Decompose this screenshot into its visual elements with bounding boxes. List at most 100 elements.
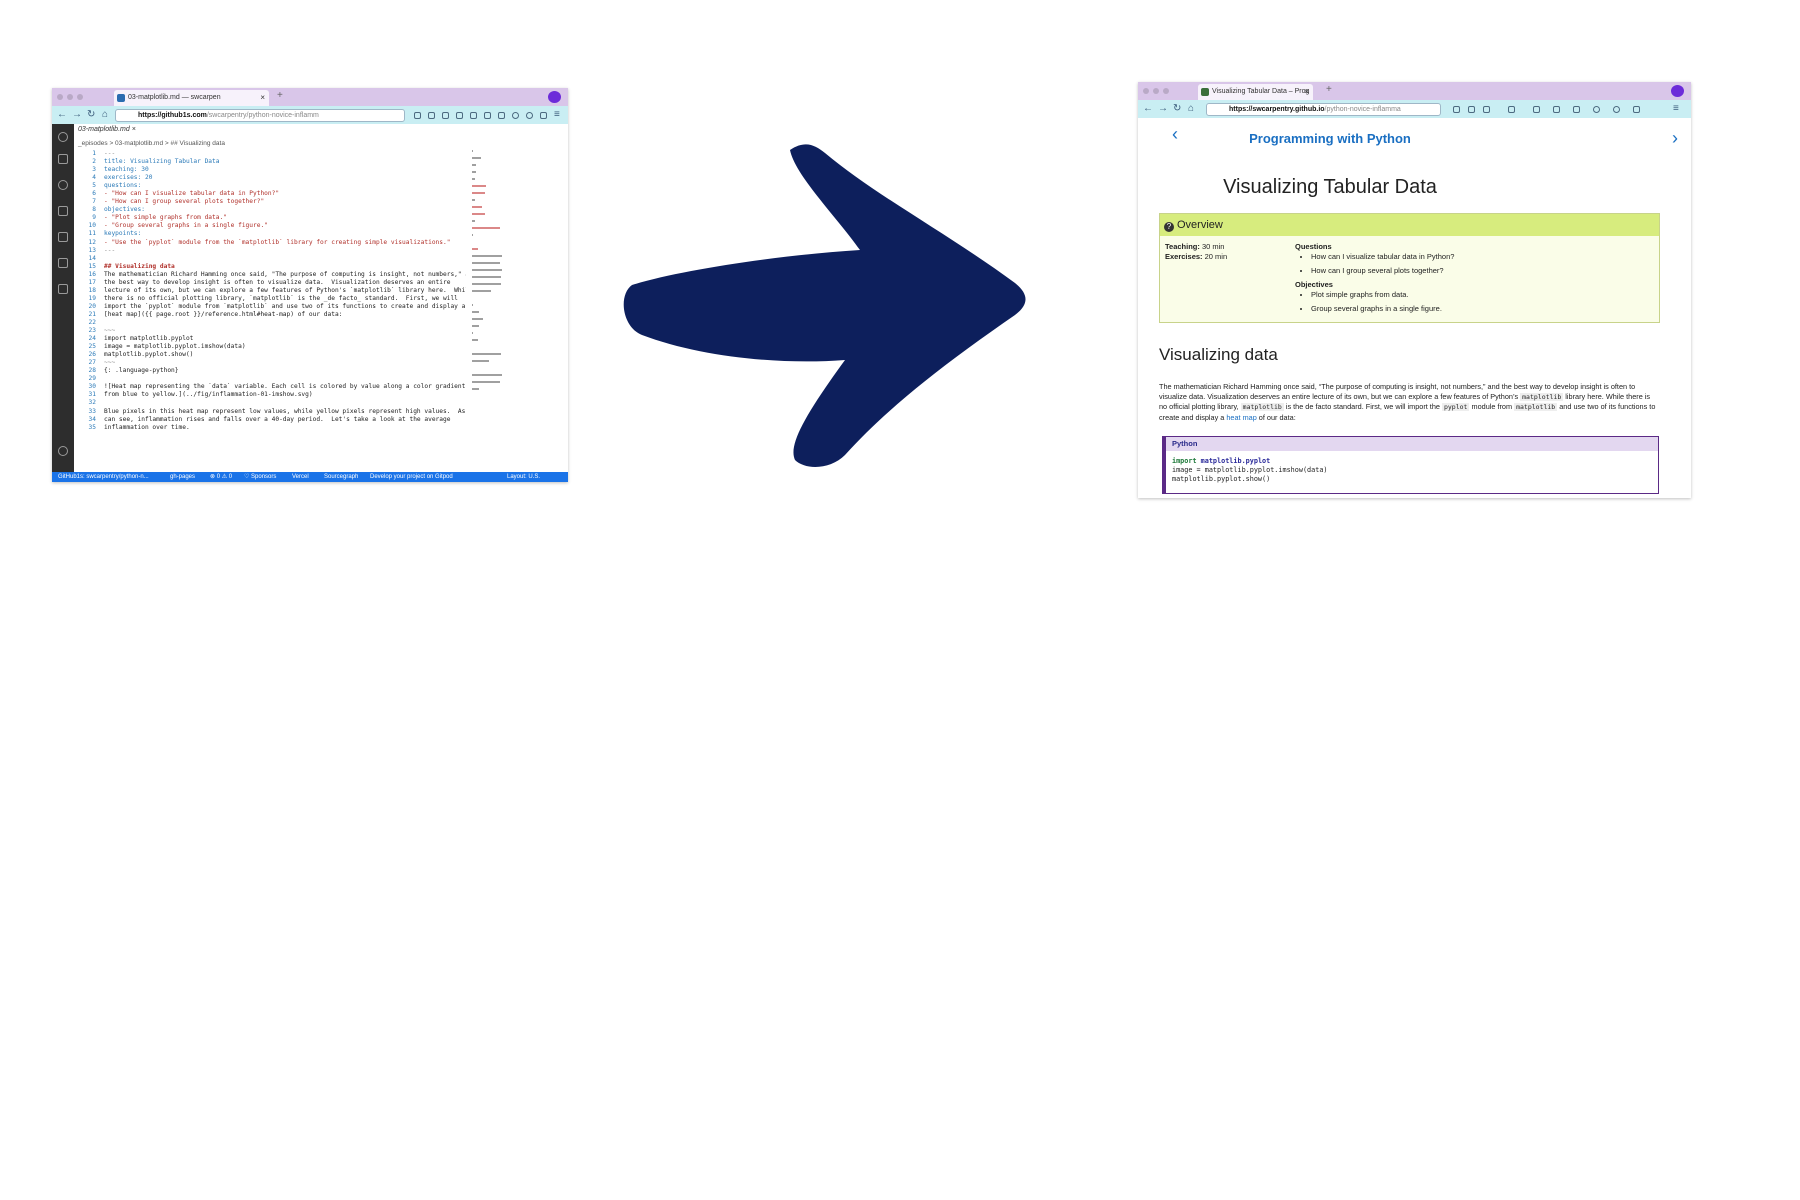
code-line[interactable]: 29 xyxy=(74,375,466,383)
settings-gear-icon[interactable] xyxy=(58,446,68,456)
code-line[interactable]: 10 - "Group several graphs in a single fi… xyxy=(74,222,466,230)
forward-icon[interactable]: → xyxy=(72,109,82,121)
extension-icon[interactable] xyxy=(456,112,463,119)
code-line[interactable]: 21 [heat map]({{ page.root }}/reference.h… xyxy=(74,311,466,319)
files-icon[interactable] xyxy=(58,154,68,164)
back-icon[interactable]: ← xyxy=(1143,103,1153,115)
library-icon[interactable] xyxy=(1483,106,1490,113)
code-line[interactable]: 2 title: Visualizing Tabular Data xyxy=(74,158,466,166)
status-item[interactable]: Develop your project on Gitpod xyxy=(370,472,453,482)
screenshot-icon[interactable] xyxy=(1553,106,1560,113)
shield-icon[interactable] xyxy=(428,112,435,119)
code-line[interactable]: 24 import matplotlib.pyplot xyxy=(74,335,466,343)
status-item[interactable]: Sourcegraph xyxy=(324,472,358,482)
code-line[interactable]: 4 exercises: 20 xyxy=(74,174,466,182)
code-line[interactable]: 16 The mathematician Richard Hamming once… xyxy=(74,271,466,279)
code-line[interactable]: 25 image = matplotlib.pyplot.imshow(data) xyxy=(74,343,466,351)
code-line[interactable]: 22 xyxy=(74,319,466,327)
status-item[interactable]: Vercel xyxy=(292,472,309,482)
code-line[interactable]: 9 - "Plot simple graphs from data." xyxy=(74,214,466,222)
shield-icon[interactable] xyxy=(1468,106,1475,113)
source-control-icon[interactable] xyxy=(58,206,68,216)
code-line[interactable]: 6 - "How can I visualize tabular data in … xyxy=(74,190,466,198)
code-line[interactable]: 14 xyxy=(74,255,466,263)
code-line[interactable]: 13 --- xyxy=(74,247,466,255)
code-block[interactable]: import matplotlib.pyplot image = matplot… xyxy=(1166,451,1658,490)
menu-icon[interactable]: ≡ xyxy=(554,109,560,121)
code-editor[interactable]: 1 --- 2 title: Visualizing Tabular Data 3 tea… xyxy=(74,150,466,432)
zoom-dot[interactable] xyxy=(1163,88,1169,94)
code-line[interactable]: 27 ~~~ xyxy=(74,359,466,367)
grammar-icon[interactable] xyxy=(512,112,519,119)
sync-icon[interactable] xyxy=(1613,106,1620,113)
extensions-icon[interactable] xyxy=(58,258,68,268)
code-line[interactable]: 3 teaching: 30 xyxy=(74,166,466,174)
new-tab-icon[interactable]: + xyxy=(277,90,283,101)
grammar-icon[interactable] xyxy=(1593,106,1600,113)
close-tab-icon[interactable]: × xyxy=(260,90,265,106)
sidebar-icon[interactable] xyxy=(1533,106,1540,113)
minimap[interactable] xyxy=(472,150,502,405)
code-line[interactable]: 15 ## Visualizing data xyxy=(74,263,466,271)
menu-icon[interactable]: ≡ xyxy=(1673,103,1679,115)
code-line[interactable]: 12 - "Use the `pyplot` module from the `m… xyxy=(74,239,466,247)
code-line[interactable]: 19 there is no official plotting library,… xyxy=(74,295,466,303)
back-icon[interactable]: ← xyxy=(57,109,67,121)
browser-tab[interactable]: Visualizing Tabular Data – Prog × xyxy=(1198,84,1313,100)
reload-icon[interactable]: ↻ xyxy=(1173,103,1181,115)
code-line[interactable]: 1 --- xyxy=(74,150,466,158)
remote-icon[interactable] xyxy=(58,284,68,294)
code-line[interactable]: 18 lecture of its own, but we can explore… xyxy=(74,287,466,295)
forward-icon[interactable]: → xyxy=(1158,103,1168,115)
site-title-link[interactable]: Programming with Python xyxy=(1100,131,1560,146)
pocket-icon[interactable] xyxy=(540,112,547,119)
code-line[interactable]: 8 objectives: xyxy=(74,206,466,214)
status-item[interactable]: gh-pages xyxy=(170,472,195,482)
browser-tab[interactable]: 03-matplotlib.md — swcarpen × xyxy=(114,90,269,106)
code-line[interactable]: 31 from blue to yellow.](../fig/inflammat… xyxy=(74,391,466,399)
account-icon[interactable] xyxy=(1453,106,1460,113)
heat-map-link[interactable]: heat map xyxy=(1226,413,1256,422)
code-line[interactable]: 34 can see, inflammation rises and falls … xyxy=(74,416,466,424)
sidebar-icon[interactable] xyxy=(470,112,477,119)
code-line[interactable]: 32 xyxy=(74,399,466,407)
home-icon[interactable]: ⌂ xyxy=(1188,103,1194,115)
code-line[interactable]: 23 ~~~ xyxy=(74,327,466,335)
url-bar[interactable]: https://github1s.com/swcarpentry/python-… xyxy=(115,109,405,122)
status-item[interactable]: Layout: U.S. xyxy=(507,472,540,482)
home-icon[interactable]: ⌂ xyxy=(102,109,108,121)
sync-icon[interactable] xyxy=(526,112,533,119)
extension-icon[interactable] xyxy=(1508,106,1515,113)
status-item[interactable]: ⊗ 0 ⚠ 0 xyxy=(210,472,232,482)
code-line[interactable]: 26 matplotlib.pyplot.show() xyxy=(74,351,466,359)
code-line[interactable]: 5 questions: xyxy=(74,182,466,190)
search-icon[interactable] xyxy=(58,180,68,190)
code-line[interactable]: 7 - "How can I group several plots togeth… xyxy=(74,198,466,206)
breadcrumb[interactable]: _episodes > 03-matplotlib.md > ## Visual… xyxy=(78,140,225,147)
code-line[interactable]: 33 Blue pixels in this heat map represent… xyxy=(74,408,466,416)
pocket-icon[interactable] xyxy=(1633,106,1640,113)
code-line[interactable]: 35 inflammation over time. xyxy=(74,424,466,432)
url-bar[interactable]: https://swcarpentry.github.io/python-nov… xyxy=(1206,103,1441,116)
code-line[interactable]: 20 import the `pyplot` module from `matpl… xyxy=(74,303,466,311)
minimize-dot[interactable] xyxy=(1153,88,1159,94)
close-dot[interactable] xyxy=(1143,88,1149,94)
zoom-dot[interactable] xyxy=(77,94,83,100)
translate-icon[interactable] xyxy=(498,112,505,119)
status-item[interactable]: ♡ Sponsors xyxy=(244,472,276,482)
code-line[interactable]: 28 {: .language-python} xyxy=(74,367,466,375)
editor-tab[interactable]: 03-matplotlib.md × xyxy=(78,126,136,133)
translate-icon[interactable] xyxy=(1573,106,1580,113)
code-line[interactable]: 11 keypoints: xyxy=(74,230,466,238)
reload-icon[interactable]: ↻ xyxy=(87,109,95,121)
new-tab-icon[interactable]: + xyxy=(1326,84,1332,95)
close-tab-icon[interactable]: × xyxy=(1304,84,1309,100)
status-item[interactable]: GitHub1s: swcarpentry/python-n... xyxy=(58,472,149,482)
screenshot-icon[interactable] xyxy=(484,112,491,119)
run-debug-icon[interactable] xyxy=(58,232,68,242)
account-icon[interactable] xyxy=(414,112,421,119)
minimize-dot[interactable] xyxy=(67,94,73,100)
github-icon[interactable] xyxy=(58,132,68,142)
next-page-icon[interactable]: › xyxy=(1672,128,1678,149)
library-icon[interactable] xyxy=(442,112,449,119)
